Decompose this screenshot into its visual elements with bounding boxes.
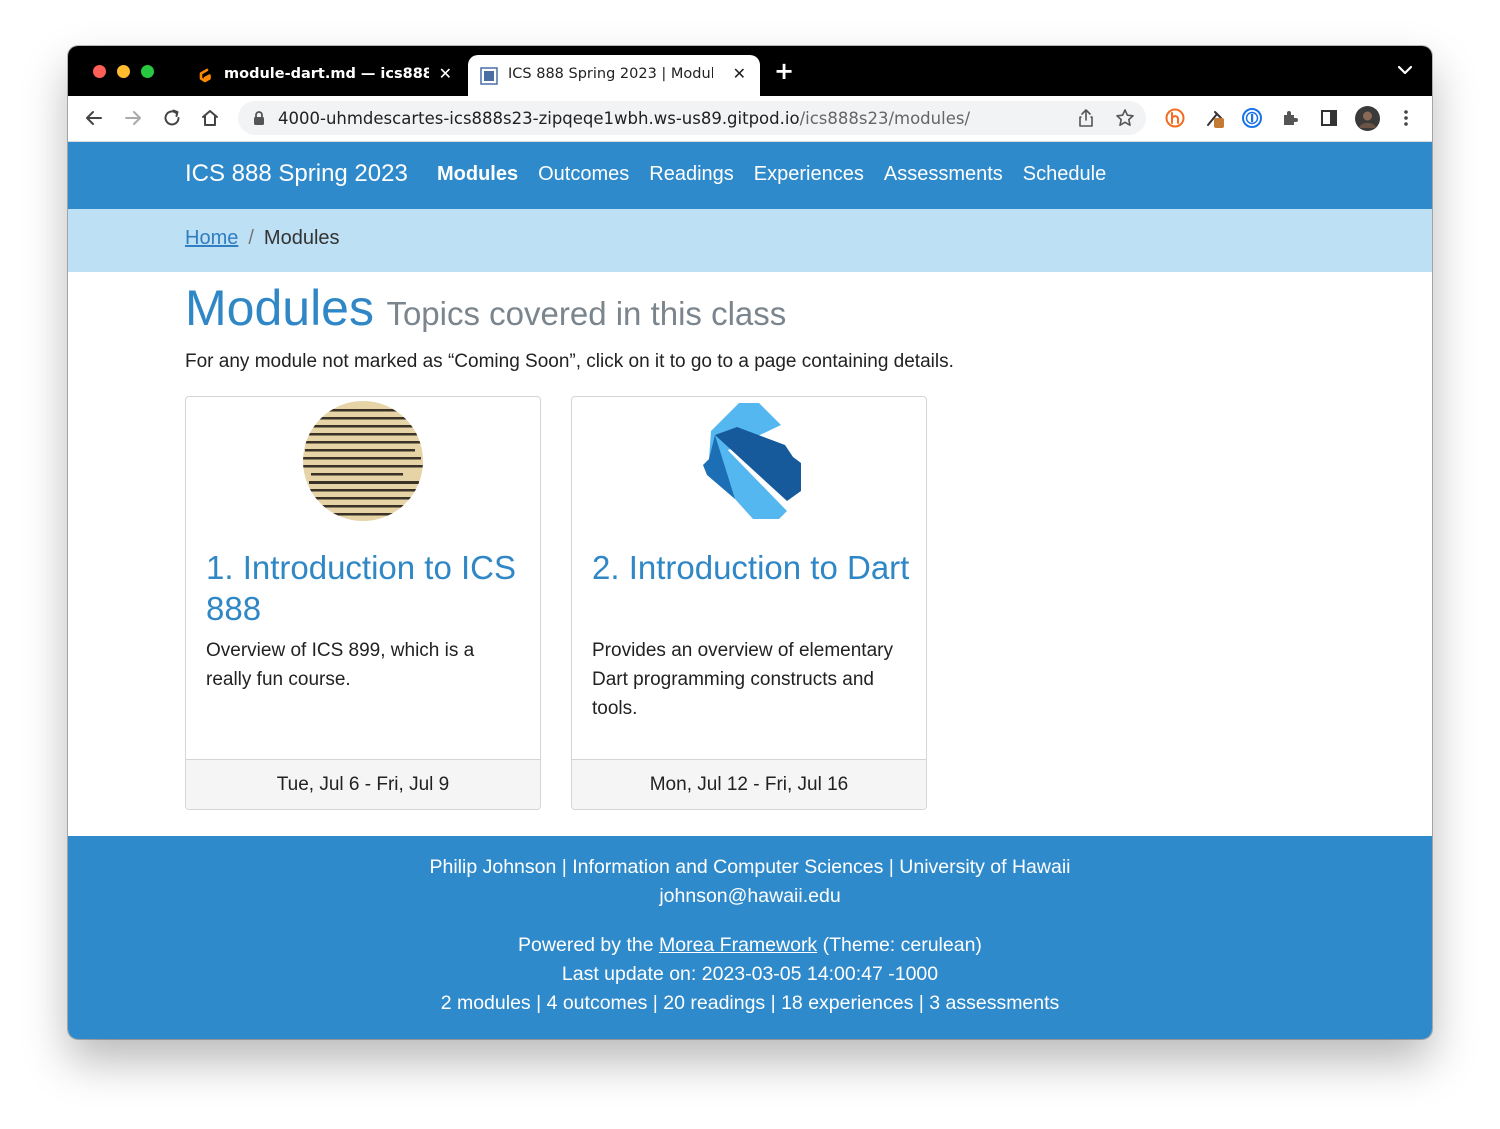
nav-link-readings[interactable]: Readings: [649, 163, 734, 186]
breadcrumb-current: Modules: [263, 227, 340, 249]
back-arrow-icon[interactable]: [83, 107, 105, 129]
module-card[interactable]: 1. Introduction to ICS 888 Overview of I…: [185, 396, 541, 810]
page-heading: Modules Topics covered in this class: [185, 279, 786, 337]
module-card[interactable]: 2. Introduction to Dart Provides an over…: [571, 396, 927, 810]
footer-name: Philip Johnson: [429, 856, 557, 878]
nav-link-modules[interactable]: Modules: [437, 163, 518, 186]
powered-suffix: (Theme: cerulean): [822, 934, 982, 956]
minimize-window-button[interactable]: [117, 65, 130, 78]
nav-links: Modules Outcomes Readings Experiences As…: [437, 163, 1106, 186]
footer-credits: Philip Johnson | Information and Compute…: [68, 856, 1432, 879]
url-host: 4000-uhmdescartes-ics888s23-zipqeqe1wbh.…: [278, 109, 800, 128]
module-description: Overview of ICS 899, which is a really f…: [206, 640, 475, 690]
footer-separator: |: [561, 856, 567, 878]
site-brand[interactable]: ICS 888 Spring 2023: [185, 160, 408, 188]
home-icon[interactable]: [199, 107, 221, 129]
module-dates: Tue, Jul 6 - Fri, Jul 9: [186, 759, 540, 809]
password-manager-icon[interactable]: [1241, 107, 1263, 129]
chevron-down-icon[interactable]: [1396, 62, 1414, 78]
forward-arrow-icon[interactable]: [122, 107, 144, 129]
url-path: /ics888s23/modules/: [799, 109, 971, 128]
breadcrumb: Home / Modules: [68, 209, 1432, 272]
footer-powered-by: Powered by the Morea Framework (Theme: c…: [68, 934, 1432, 957]
page-favicon-icon: [480, 67, 498, 85]
footer-last-update: Last update on: 2023-03-05 14:00:47 -100…: [561, 963, 939, 985]
nav-link-assessments[interactable]: Assessments: [884, 163, 1003, 186]
footer-separator: |: [888, 856, 894, 878]
breadcrumb-separator: /: [248, 227, 254, 249]
tab-strip: module-dart.md — ics888s23 ✕ ICS 888 Spr…: [68, 46, 1432, 96]
tab-module-dart[interactable]: module-dart.md — ics888s23 ✕: [184, 55, 466, 96]
footer-dept: Information and Computer Sciences: [572, 856, 884, 878]
dart-logo-icon: [703, 403, 801, 519]
nav-link-schedule[interactable]: Schedule: [1023, 163, 1106, 186]
module-description: Provides an overview of elementary Dart …: [592, 640, 893, 719]
color-picker-extension-icon[interactable]: [1204, 107, 1226, 129]
footer-email[interactable]: johnson@hawaii.edu: [68, 885, 1432, 908]
maximize-window-button[interactable]: [141, 65, 154, 78]
close-window-button[interactable]: [93, 65, 106, 78]
browser-menu-icon[interactable]: [1395, 107, 1417, 129]
lock-icon[interactable]: [252, 110, 266, 126]
address-bar[interactable]: 4000-uhmdescartes-ics888s23-zipqeqe1wbh.…: [238, 101, 1146, 135]
browser-toolbar: 4000-uhmdescartes-ics888s23-zipqeqe1wbh.…: [68, 96, 1432, 142]
reload-icon[interactable]: [161, 107, 183, 129]
extensions-puzzle-icon[interactable]: [1279, 107, 1301, 129]
tab-close-icon[interactable]: ✕: [439, 64, 452, 83]
web-page: ICS 888 Spring 2023 Modules Outcomes Rea…: [68, 142, 1432, 1039]
profile-avatar[interactable]: [1355, 106, 1380, 131]
honey-extension-icon[interactable]: [1164, 107, 1186, 129]
tab-title: ICS 888 Spring 2023 | Modules: [508, 66, 713, 82]
gitpod-icon: [199, 68, 211, 83]
powered-prefix: Powered by the: [518, 934, 654, 956]
nav-link-outcomes[interactable]: Outcomes: [538, 163, 629, 186]
footer-stats: 2 modules | 4 outcomes | 20 readings | 1…: [440, 992, 1060, 1014]
tab-modules[interactable]: ICS 888 Spring 2023 | Modules ✕: [468, 55, 760, 96]
bookmark-star-icon[interactable]: [1115, 108, 1135, 128]
page-subtitle: Topics covered in this class: [386, 295, 787, 332]
url-text[interactable]: 4000-uhmdescartes-ics888s23-zipqeqe1wbh.…: [278, 109, 970, 128]
breadcrumb-home-link[interactable]: Home: [185, 227, 238, 249]
module-dates: Mon, Jul 12 - Fri, Jul 16: [572, 759, 926, 809]
footer-univ: University of Hawaii: [899, 856, 1071, 878]
share-icon[interactable]: [1076, 108, 1096, 128]
tab-title: module-dart.md — ics888s23: [224, 66, 429, 82]
side-panel-icon[interactable]: [1318, 107, 1340, 129]
page-intro: For any module not marked as “Coming Soo…: [185, 351, 954, 372]
nav-link-experiences[interactable]: Experiences: [754, 163, 864, 186]
page-title: Modules: [185, 280, 374, 336]
browser-window: module-dart.md — ics888s23 ✕ ICS 888 Spr…: [68, 46, 1432, 1039]
module-title[interactable]: 1. Introduction to ICS 888: [206, 547, 526, 629]
site-navbar: ICS 888 Spring 2023 Modules Outcomes Rea…: [68, 142, 1432, 209]
tab-close-icon[interactable]: ✕: [733, 64, 746, 83]
module-title[interactable]: 2. Introduction to Dart: [592, 547, 912, 588]
dictionary-introduction-image: [303, 401, 423, 521]
site-footer: Philip Johnson | Information and Compute…: [68, 836, 1432, 1039]
new-tab-button[interactable]: +: [774, 59, 794, 83]
morea-framework-link[interactable]: Morea Framework: [659, 934, 817, 956]
